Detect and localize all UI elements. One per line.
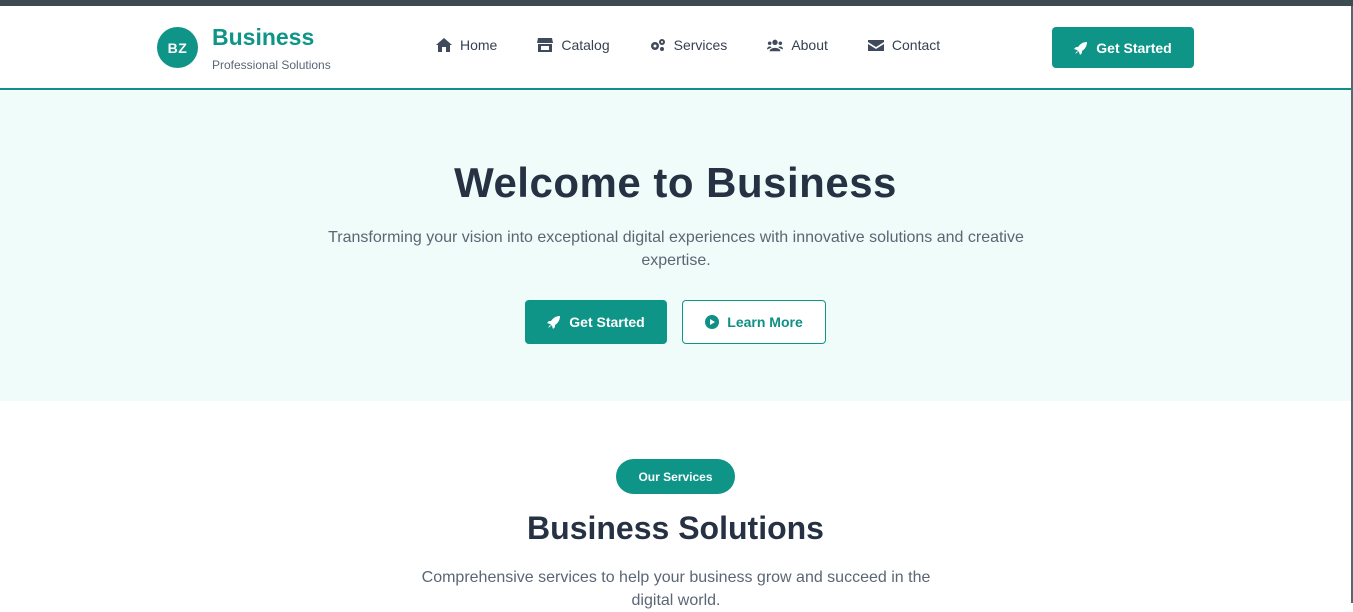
hero-title: Welcome to Business	[454, 159, 897, 206]
rocket-icon	[547, 316, 561, 329]
hero-section: Welcome to Business Transforming your vi…	[0, 91, 1351, 401]
store-icon	[537, 38, 554, 52]
cogs-icon	[650, 39, 665, 51]
hero-subtitle: Transforming your vision into exceptiona…	[328, 229, 1024, 269]
nav-link-label: About	[791, 37, 828, 53]
nav-link-home[interactable]: Home	[436, 37, 497, 53]
envelope-icon	[867, 40, 884, 51]
home-icon	[436, 38, 452, 52]
nav-link-label: Contact	[891, 37, 941, 53]
section-badge: Our Services	[616, 459, 735, 494]
get-started-button[interactable]: Get Started	[525, 300, 667, 344]
nav-link-catalog[interactable]: Catalog	[537, 37, 610, 53]
nav-link-about[interactable]: About	[767, 37, 828, 53]
brand-tagline: Professional Solutions	[212, 58, 331, 72]
nav-link-contact[interactable]: Contact	[867, 37, 941, 53]
nav-link-label: Catalog	[561, 37, 610, 53]
site-header: BZ Business Professional Solutions Home …	[0, 6, 1351, 90]
logo-badge[interactable]: BZ	[157, 27, 198, 68]
button-label: Learn More	[727, 314, 803, 330]
main-nav: Home Catalog Services About Contact	[436, 37, 980, 53]
brand-name[interactable]: Business	[212, 24, 314, 51]
rocket-icon	[1074, 41, 1088, 55]
nav-link-services[interactable]: Services	[650, 37, 728, 53]
section-subtitle: Comprehensive services to help your busi…	[421, 569, 931, 609]
button-label: Get Started	[569, 314, 645, 330]
nav-link-label: Home	[460, 37, 498, 53]
section-title: Business Solutions	[527, 510, 824, 546]
users-icon	[767, 39, 784, 52]
learn-more-button[interactable]: Learn More	[682, 300, 826, 344]
play-circle-icon	[705, 315, 720, 329]
header-get-started-button[interactable]: Get Started	[1052, 27, 1194, 68]
nav-link-label: Services	[673, 37, 728, 53]
button-label: Get Started	[1096, 39, 1172, 56]
